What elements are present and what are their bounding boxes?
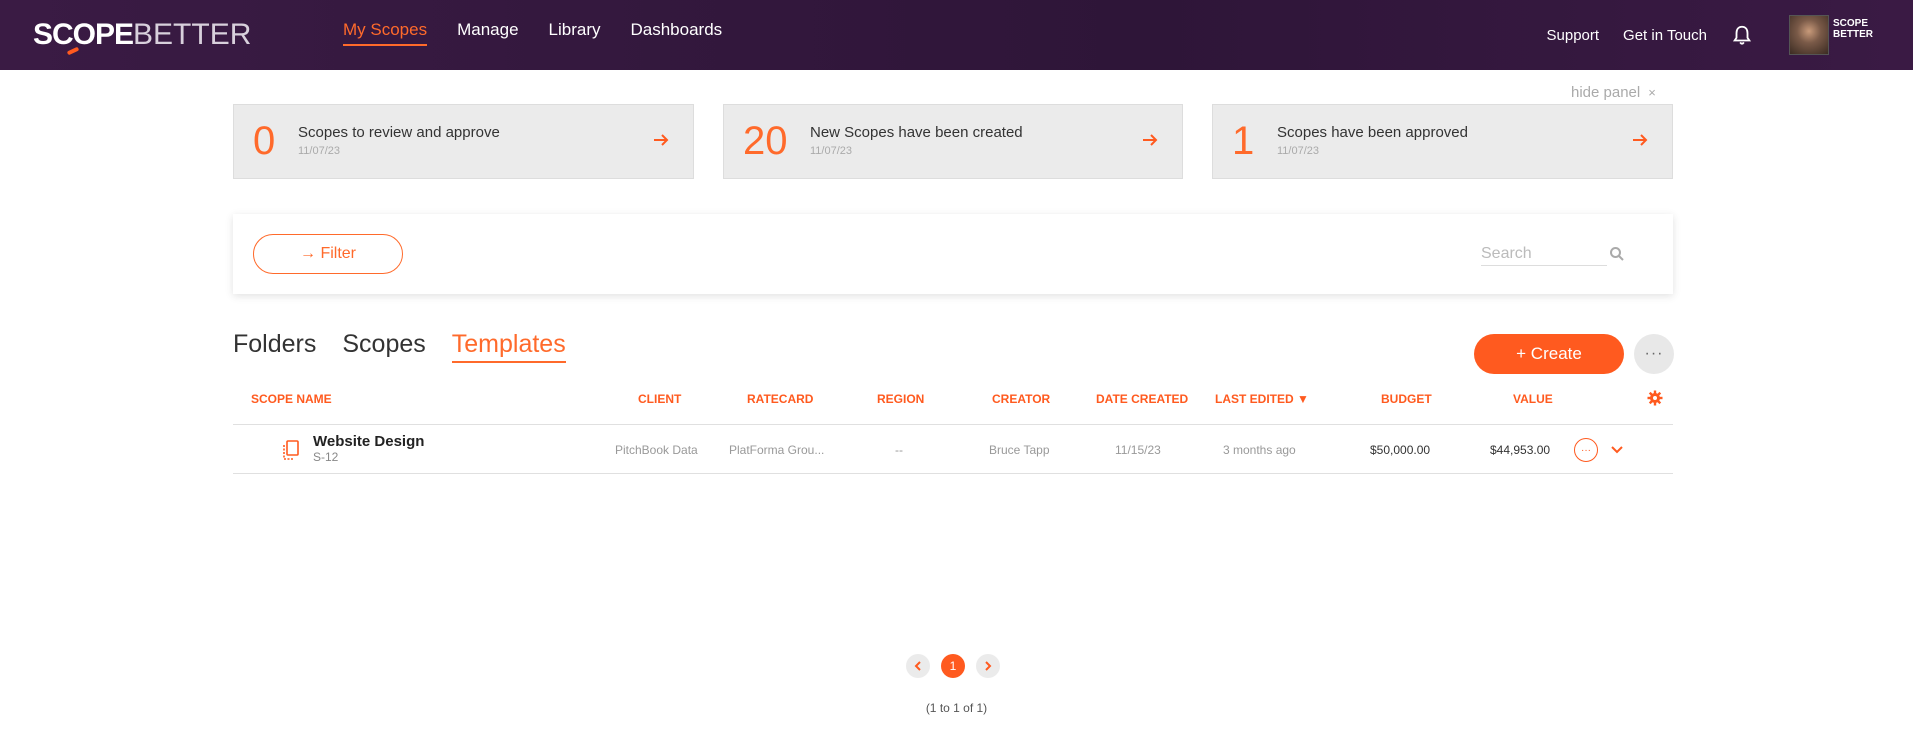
search-input[interactable] [1481, 242, 1607, 266]
cell-last-edited: 3 months ago [1223, 443, 1296, 457]
account-logo: SCOPE BETTER [1833, 18, 1873, 40]
gear-icon[interactable] [1647, 390, 1663, 406]
arrow-right-icon [1143, 134, 1158, 146]
col-budget[interactable]: BUDGET [1381, 392, 1432, 406]
right-nav: Support Get in Touch SCOPE BETTER [1547, 0, 1913, 70]
tab-templates[interactable]: Templates [451, 330, 566, 363]
col-region[interactable]: REGION [877, 392, 924, 406]
user-avatar[interactable] [1789, 15, 1829, 55]
col-last-edited[interactable]: LAST EDITED ▼ [1215, 392, 1309, 406]
chevron-down-icon[interactable] [1609, 442, 1625, 458]
chevron-left-icon [914, 661, 921, 671]
cell-creator: Bruce Tapp [989, 443, 1050, 457]
tab-folders[interactable]: Folders [233, 330, 316, 363]
stat-label: Scopes have been approved [1277, 124, 1468, 141]
col-client[interactable]: CLIENT [638, 392, 681, 406]
row-more-button[interactable]: ··· [1574, 438, 1598, 462]
create-button[interactable]: + Create [1474, 334, 1624, 374]
cell-client: PitchBook Data [615, 443, 698, 457]
cell-value: $44,953.00 [1490, 443, 1551, 457]
arrow-right-icon [1633, 134, 1648, 146]
stat-label: New Scopes have been created [810, 124, 1023, 141]
cell-date-created: 11/15/23 [1115, 443, 1161, 457]
view-tabs: Folders Scopes Templates [233, 330, 592, 363]
support-link[interactable]: Support [1547, 27, 1600, 44]
stat-date: 11/07/23 [810, 145, 853, 157]
scope-code: S-12 [313, 450, 339, 464]
scope-name[interactable]: Website Design [313, 433, 424, 450]
pagination-status: (1 to 1 of 1) [925, 701, 988, 715]
cell-ratecard: PlatForma Grou... [729, 443, 825, 457]
logo-text-better: BETTER [133, 18, 252, 51]
stat-count: 0 [253, 119, 276, 163]
hide-panel-label: hide panel [1571, 84, 1641, 101]
hide-panel-button[interactable]: hide panel × [1571, 84, 1656, 101]
col-value[interactable]: VALUE [1513, 392, 1553, 406]
scopebetter-logo[interactable]: SCOPE BETTER [33, 17, 252, 56]
top-navbar: SCOPE BETTER My Scopes Manage Library Da… [0, 0, 1913, 70]
stat-date: 11/07/23 [1277, 145, 1320, 157]
nav-dashboards[interactable]: Dashboards [631, 0, 723, 46]
nav-manage[interactable]: Manage [457, 0, 518, 46]
page-number-button[interactable]: 1 [941, 654, 965, 678]
stat-card-review[interactable]: 0 Scopes to review and approve 11/07/23 [233, 104, 694, 179]
template-copy-icon [283, 440, 299, 460]
chevron-right-icon [985, 661, 992, 671]
tab-scopes[interactable]: Scopes [342, 330, 425, 363]
stat-date: 11/07/23 [298, 145, 341, 157]
col-creator[interactable]: CREATOR [992, 392, 1050, 406]
nav-my-scopes[interactable]: My Scopes [343, 0, 428, 46]
stat-count: 20 [743, 119, 788, 163]
filter-panel: → Filter [233, 214, 1673, 294]
arrow-right-icon [654, 134, 669, 146]
main-nav: My Scopes Manage Library Dashboards [343, 0, 752, 70]
cell-region: -- [895, 443, 903, 457]
bell-icon[interactable] [1731, 23, 1753, 47]
close-icon: × [1648, 85, 1656, 100]
more-options-button[interactable]: ··· [1634, 334, 1674, 374]
filter-button[interactable]: → Filter [253, 234, 403, 274]
col-date-created[interactable]: DATE CREATED [1096, 392, 1188, 406]
stat-card-created[interactable]: 20 New Scopes have been created 11/07/23 [723, 104, 1183, 179]
next-page-button[interactable] [976, 654, 1000, 678]
cell-budget: $50,000.00 [1370, 443, 1431, 457]
nav-library[interactable]: Library [549, 0, 601, 46]
logo-text-scope: SCOPE [33, 18, 134, 51]
col-scope-name[interactable]: SCOPE NAME [251, 392, 332, 406]
stat-label: Scopes to review and approve [298, 124, 500, 141]
search-icon[interactable] [1609, 246, 1625, 262]
col-ratecard[interactable]: RATECARD [747, 392, 813, 406]
table-row[interactable]: Website Design S-12 PitchBook Data PlatF… [233, 424, 1673, 474]
prev-page-button[interactable] [906, 654, 930, 678]
get-in-touch-link[interactable]: Get in Touch [1623, 27, 1707, 44]
stat-card-approved[interactable]: 1 Scopes have been approved 11/07/23 [1212, 104, 1673, 179]
stat-count: 1 [1232, 119, 1255, 163]
